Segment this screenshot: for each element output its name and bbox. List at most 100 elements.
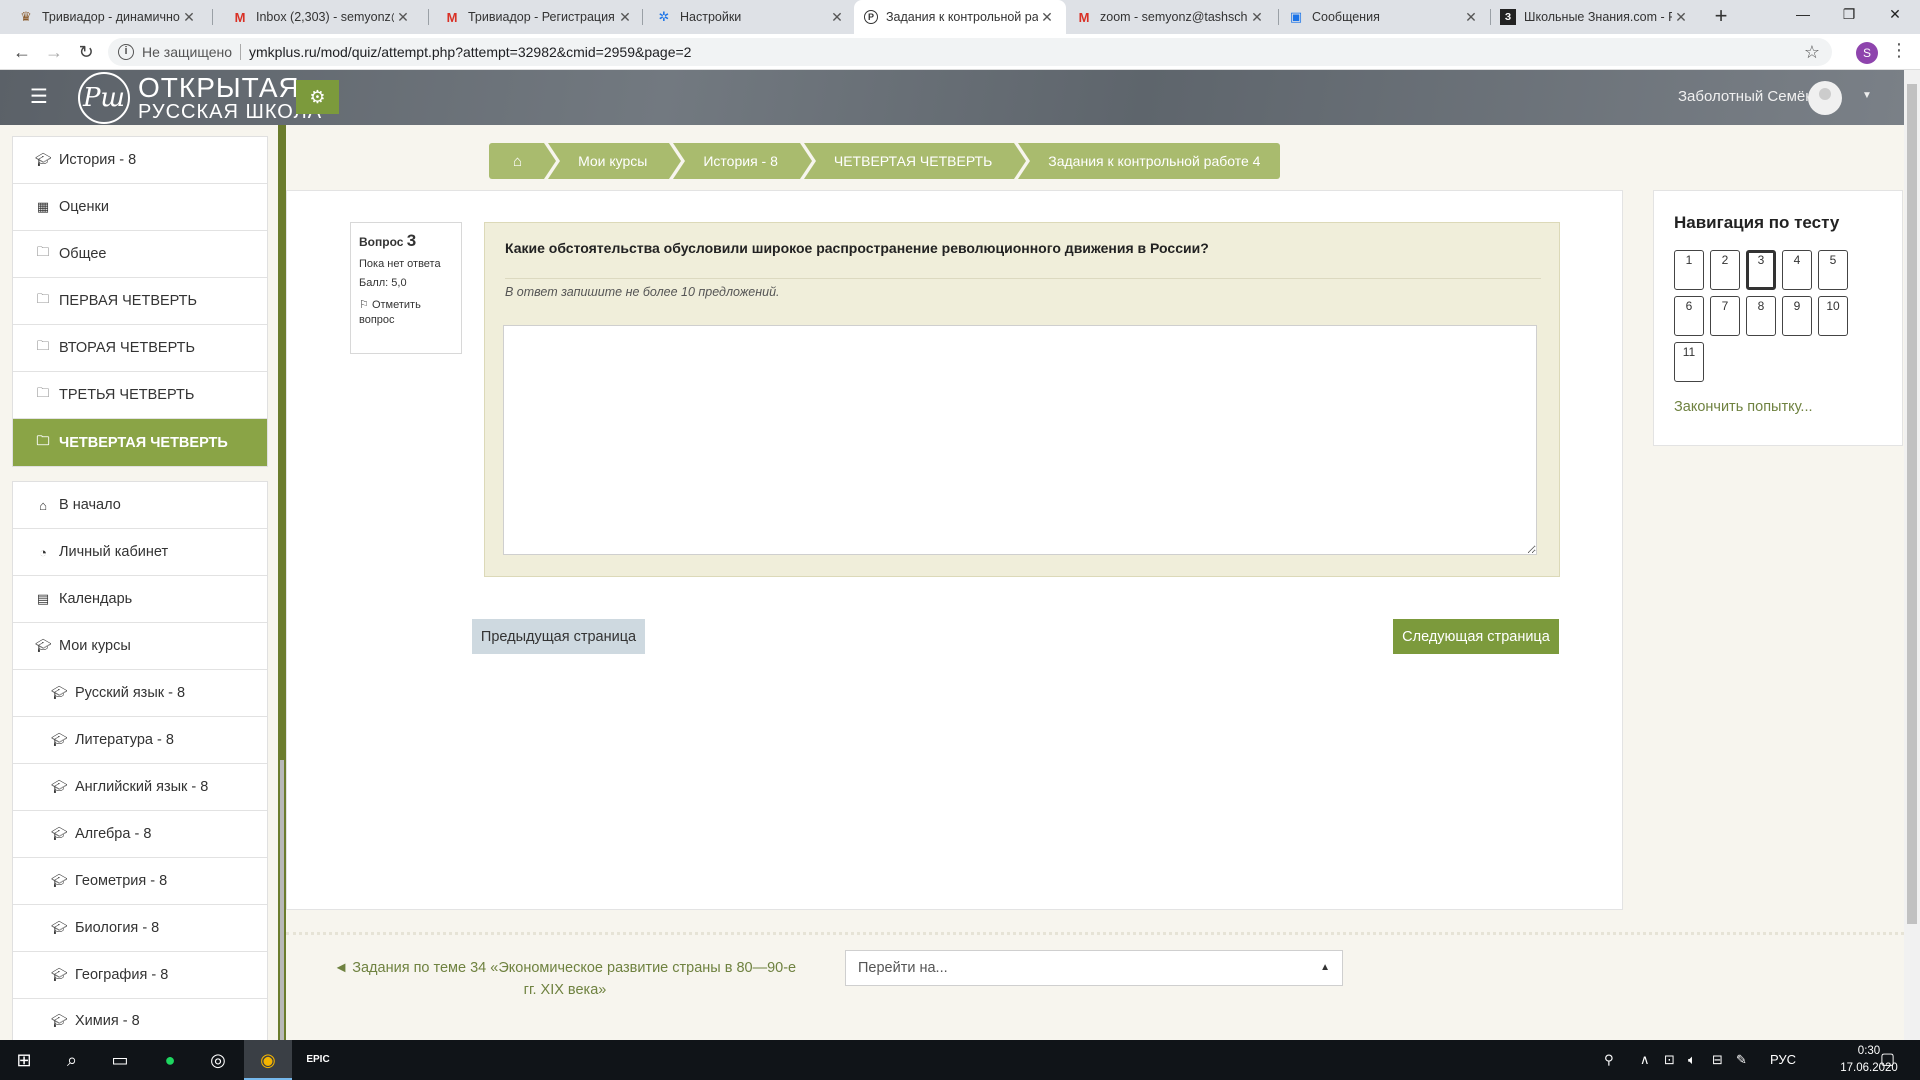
sidebar-item-course[interactable]: 🎓︎ Геометрия - 8: [13, 858, 267, 905]
site-logo[interactable]: Рш ОТКРЫТАЯ РУССКАЯ ШКОЛА: [78, 72, 322, 124]
close-icon[interactable]: ✕: [1248, 9, 1266, 26]
close-icon[interactable]: ✕: [828, 9, 846, 26]
language-indicator[interactable]: РУС: [1770, 1040, 1796, 1080]
question-nav-button[interactable]: 6: [1674, 296, 1704, 336]
scrollbar-thumb[interactable]: [1907, 84, 1917, 924]
windows-start-icon[interactable]: ⊞: [0, 1040, 48, 1080]
close-icon[interactable]: ✕: [180, 9, 198, 26]
address-bar[interactable]: i Не защищено ymkplus.ru/mod/quiz/attemp…: [108, 38, 1832, 66]
sidebar-item-quarter-1[interactable]: 🗀︎ ПЕРВАЯ ЧЕТВЕРТЬ: [13, 278, 267, 325]
tab-quiz-active[interactable]: Р Задания к контрольной ра ✕: [854, 0, 1066, 34]
volume-icon[interactable]: 🔈︎: [1688, 1040, 1696, 1080]
question-nav-button[interactable]: 7: [1710, 296, 1740, 336]
close-icon[interactable]: ✕: [1462, 9, 1480, 26]
task-view-icon[interactable]: ▭: [96, 1040, 144, 1080]
sidebar-item-quarter-2[interactable]: 🗀︎ ВТОРАЯ ЧЕТВЕРТЬ: [13, 325, 267, 372]
new-tab-button[interactable]: +: [1708, 4, 1734, 30]
question-nav-button[interactable]: 8: [1746, 296, 1776, 336]
question-nav-button[interactable]: 5: [1818, 250, 1848, 290]
sidebar-item-label: Календарь: [59, 591, 133, 607]
tab-settings[interactable]: ✲ Настройки ✕: [646, 0, 856, 34]
tab-inbox[interactable]: M Inbox (2,303) - semyonz@t ✕: [222, 0, 422, 34]
url-text[interactable]: ymkplus.ru/mod/quiz/attempt.php?attempt=…: [249, 44, 691, 60]
flag-question-link[interactable]: ⚐ Отметить вопрос: [359, 298, 453, 329]
close-icon[interactable]: ✕: [394, 9, 412, 26]
spotify-icon[interactable]: ●: [146, 1040, 194, 1080]
breadcrumb-item[interactable]: ЧЕТВЕРТАЯ ЧЕТВЕРТЬ: [803, 143, 1027, 179]
sidebar-item-general[interactable]: 🗀︎ Общее: [13, 231, 267, 278]
answer-textarea[interactable]: [503, 325, 1537, 555]
close-icon[interactable]: ✕: [1038, 9, 1056, 26]
network-icon[interactable]: ⊟: [1712, 1040, 1723, 1080]
sidebar-scrollbar[interactable]: [280, 760, 284, 1040]
sidebar-item-quarter-3[interactable]: 🗀︎ ТРЕТЬЯ ЧЕТВЕРТЬ: [13, 372, 267, 419]
next-page-button[interactable]: Следующая страница: [1393, 619, 1559, 654]
sidebar-item-course[interactable]: 🎓︎ Английский язык - 8: [13, 764, 267, 811]
page-scrollbar[interactable]: [1904, 70, 1920, 1040]
tab-znanija[interactable]: З Школьные Знания.com - Р ✕: [1490, 0, 1700, 34]
breadcrumb-item[interactable]: Мои курсы: [548, 143, 682, 179]
breadcrumb-current[interactable]: Задания к контрольной работе 4: [1018, 143, 1281, 179]
question-nav-button[interactable]: 4: [1782, 250, 1812, 290]
breadcrumb-home[interactable]: ⌂: [489, 143, 557, 179]
close-icon[interactable]: ✕: [616, 9, 634, 26]
user-name[interactable]: Заболотный Семён: [1678, 88, 1814, 105]
caret-down-icon[interactable]: ▼: [1862, 90, 1872, 101]
hamburger-menu-icon[interactable]: ☰: [30, 87, 50, 107]
user-avatar[interactable]: [1808, 81, 1842, 115]
sidebar-item-quarter-4[interactable]: 🗀︎ ЧЕТВЕРТАЯ ЧЕТВЕРТЬ: [13, 419, 267, 466]
question-nav-button[interactable]: 1: [1674, 250, 1704, 290]
sidebar-item-course[interactable]: 🎓︎ Русский язык - 8: [13, 670, 267, 717]
question-nav-button[interactable]: 2: [1710, 250, 1740, 290]
window-close-icon[interactable]: ✕: [1872, 0, 1918, 30]
bookmark-star-icon[interactable]: ☆: [1804, 42, 1820, 63]
maximize-icon[interactable]: ❐: [1826, 0, 1872, 30]
sidebar-item-calendar[interactable]: ▤ Календарь: [13, 576, 267, 623]
sidebar-item-my-courses[interactable]: 🎓︎ Мои курсы: [13, 623, 267, 670]
info-icon[interactable]: i: [118, 44, 134, 60]
profile-avatar[interactable]: S: [1856, 42, 1878, 64]
antivirus-icon[interactable]: ⊡: [1664, 1040, 1675, 1080]
jump-to-select[interactable]: Перейти на... ▲: [845, 950, 1343, 986]
sidebar-item-dashboard[interactable]: ◔ Личный кабинет: [13, 529, 267, 576]
forward-arrow-icon[interactable]: →: [42, 40, 66, 64]
obs-icon[interactable]: ◎: [194, 1040, 242, 1080]
tab-title: zoom - semyonz@tashsch: [1100, 10, 1248, 24]
sidebar-item-course[interactable]: 🎓︎ Литература - 8: [13, 717, 267, 764]
previous-activity-link[interactable]: ◄ Задания по теме 34 «Экономическое разв…: [330, 957, 800, 1001]
sidebar-item-course[interactable]: 🎓︎ География - 8: [13, 952, 267, 999]
pen-icon[interactable]: ✎: [1736, 1040, 1747, 1080]
kebab-menu-icon[interactable]: ⋮: [1890, 40, 1908, 61]
tray-chevron-icon[interactable]: ∧: [1640, 1040, 1650, 1080]
sidebar-item-course[interactable]: 🎓︎ Биология - 8: [13, 905, 267, 952]
back-arrow-icon[interactable]: ←: [10, 40, 34, 64]
sidebar-item-home[interactable]: ⌂ В начало: [13, 482, 267, 529]
sidebar-item-label: ЧЕТВЕРТАЯ ЧЕТВЕРТЬ: [59, 434, 228, 451]
minimize-icon[interactable]: —: [1780, 0, 1826, 30]
question-nav-button[interactable]: 9: [1782, 296, 1812, 336]
course-settings-button[interactable]: ⚙: [296, 80, 339, 114]
search-icon[interactable]: ⌕: [48, 1040, 96, 1080]
sidebar-item-course[interactable]: 🎓︎ Химия - 8: [13, 999, 267, 1043]
previous-page-button[interactable]: Предыдущая страница: [472, 619, 645, 654]
tab-trivia[interactable]: ♛ Тривиадор - динамично и ✕: [8, 0, 208, 34]
reload-icon[interactable]: ↻: [74, 40, 98, 64]
tab-messages[interactable]: ▣ Сообщения ✕: [1278, 0, 1490, 34]
finish-attempt-link[interactable]: Закончить попытку...: [1674, 399, 1813, 415]
notifications-icon[interactable]: ▢: [1880, 1040, 1895, 1080]
sidebar-item-course[interactable]: 🎓︎ Алгебра - 8: [13, 811, 267, 858]
question-nav-button[interactable]: 10: [1818, 296, 1848, 336]
people-icon[interactable]: ⚲: [1604, 1040, 1614, 1080]
security-label[interactable]: Не защищено: [142, 44, 232, 60]
tab-zoom[interactable]: M zoom - semyonz@tashsch ✕: [1066, 0, 1276, 34]
tab-registration[interactable]: M Тривиадор - Регистрация ✕: [434, 0, 644, 34]
question-nav-button-current[interactable]: 3: [1746, 250, 1776, 290]
home-icon: ⌂: [513, 153, 523, 170]
sidebar-item-history[interactable]: 🎓︎ История - 8: [13, 137, 267, 184]
chrome-icon[interactable]: ◉: [244, 1040, 292, 1080]
breadcrumb-item[interactable]: История - 8: [673, 143, 812, 179]
close-icon[interactable]: ✕: [1672, 9, 1690, 26]
sidebar-item-grades[interactable]: ▦ Оценки: [13, 184, 267, 231]
question-nav-button[interactable]: 11: [1674, 342, 1704, 382]
epic-games-icon[interactable]: EPIC: [294, 1040, 342, 1080]
